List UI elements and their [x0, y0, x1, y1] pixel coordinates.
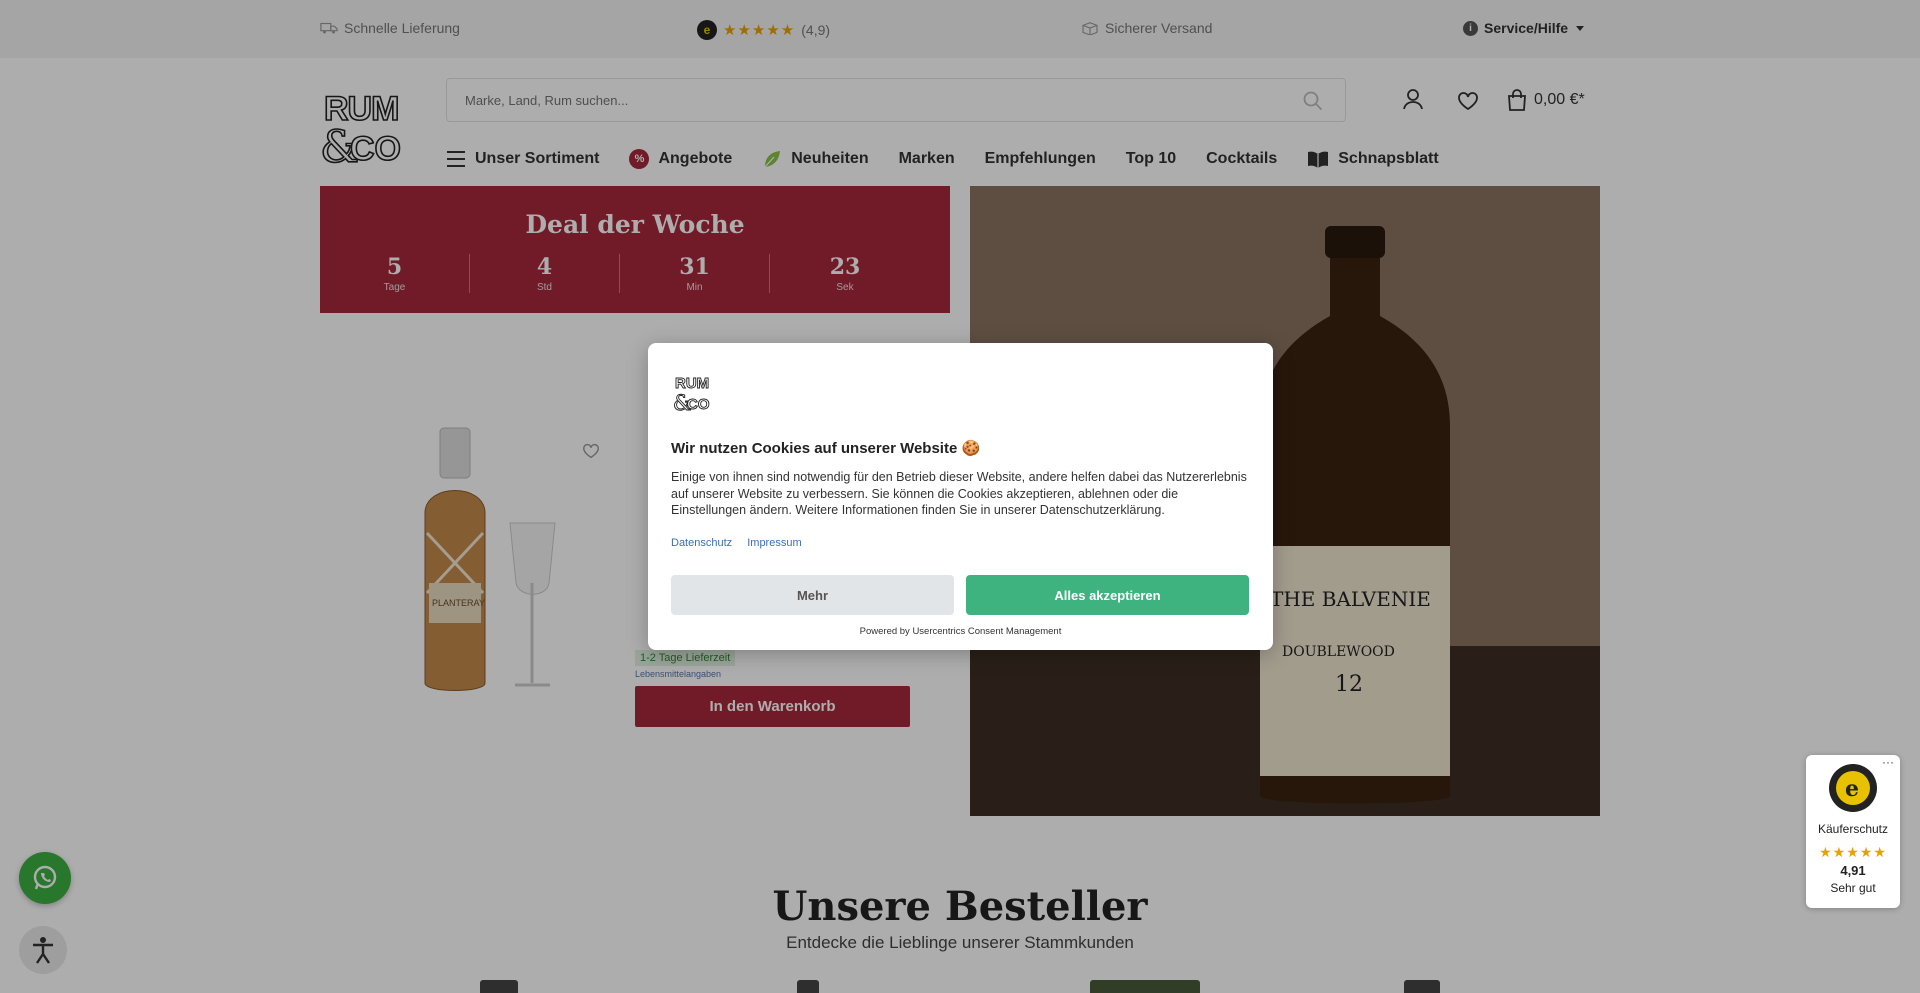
trusted-shops-grade: Sehr gut [1830, 881, 1876, 895]
privacy-link[interactable]: Datenschutz [671, 537, 732, 549]
imprint-link[interactable]: Impressum [747, 537, 801, 549]
cookie-links: Datenschutz Impressum [671, 537, 814, 549]
cookie-description: Einige von ihnen sind notwendig für den … [671, 470, 1247, 517]
rum-co-logo: RUM & CO [673, 375, 710, 414]
trusted-shops-seal-icon: e [1829, 764, 1877, 812]
accept-all-button[interactable]: Alles akzeptieren [966, 575, 1249, 615]
cookie-title: Wir nutzen Cookies auf unserer Website 🍪 [671, 440, 981, 457]
rating-stars-icon: ★★★★★ [1819, 844, 1887, 860]
more-settings-button[interactable]: Mehr [671, 575, 954, 615]
trusted-shops-score: 4,91 [1840, 863, 1866, 878]
more-options-icon[interactable]: ··· [1882, 755, 1894, 769]
powered-by-usercentrics: Powered by Usercentrics Consent Manageme… [859, 626, 1062, 637]
trusted-shops-badge[interactable]: ··· e Käuferschutz ★★★★★ 4,91 Sehr gut [1806, 755, 1900, 908]
buyer-protection-label: Käuferschutz [1817, 822, 1889, 836]
svg-text:RUM: RUM [675, 375, 709, 392]
svg-text:e: e [1845, 776, 1859, 802]
svg-text:CO: CO [687, 396, 710, 413]
cookie-consent-dialog: RUM & CO Wir nutzen Cookies auf unserer … [648, 343, 1273, 650]
